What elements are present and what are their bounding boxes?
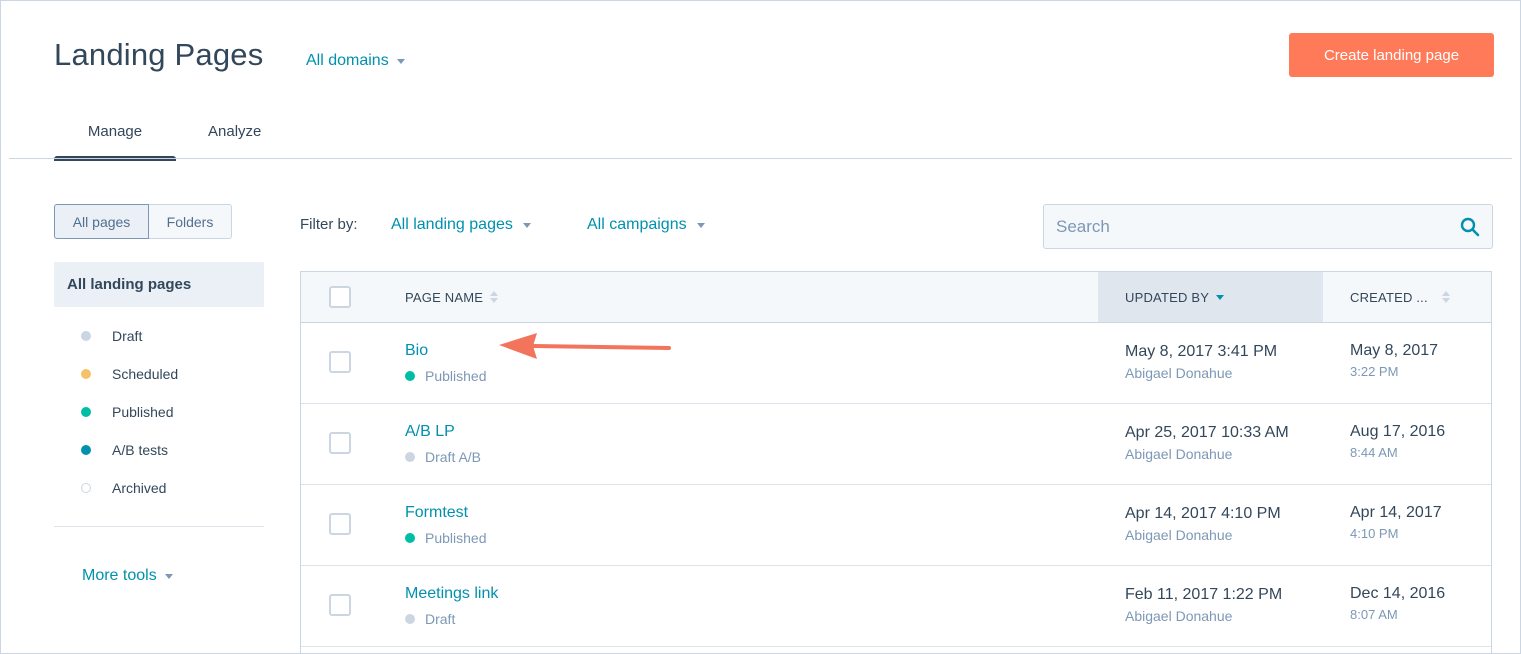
select-all-checkbox[interactable] — [329, 286, 351, 308]
updated-date: Apr 14, 2017 4:10 PM — [1125, 505, 1281, 522]
column-header-label: UPDATED BY — [1125, 289, 1210, 305]
page-name-link[interactable]: Formtest — [405, 504, 468, 522]
status-dot-icon — [405, 533, 415, 543]
status-dot-icon — [405, 614, 415, 624]
status-dot-icon — [81, 407, 91, 417]
page-title: Landing Pages — [54, 37, 264, 72]
status-badge: Draft A/B — [405, 449, 481, 465]
sort-descending-icon — [1216, 294, 1225, 300]
column-header-label: CREATED ... — [1350, 289, 1428, 305]
tab-manage[interactable]: Manage — [54, 111, 176, 161]
sort-icon — [490, 291, 499, 303]
updated-by-user: Abigael Donahue — [1125, 608, 1233, 624]
campaigns-filter-dropdown[interactable]: All campaigns — [587, 216, 705, 234]
sidebar-item-scheduled[interactable]: Scheduled — [81, 355, 178, 393]
column-header-updated-by[interactable]: UPDATED BY — [1098, 272, 1323, 322]
annotation-arrow-icon — [499, 333, 671, 359]
landing-pages-filter-label: All landing pages — [391, 216, 513, 233]
created-time: 8:44 AM — [1350, 445, 1398, 460]
table-row: A/B LP Draft A/B Apr 25, 2017 10:33 AM Abig… — [301, 404, 1491, 485]
updated-date: Feb 11, 2017 1:22 PM — [1125, 586, 1283, 603]
updated-by-user: Abigael Donahue — [1125, 365, 1233, 381]
column-header-created[interactable]: CREATED ... — [1350, 272, 1450, 322]
domain-filter-dropdown[interactable]: All domains — [306, 52, 405, 70]
sidebar-item-label: Archived — [112, 480, 167, 496]
search-input[interactable] — [1056, 216, 1460, 237]
status-badge: Published — [405, 368, 487, 384]
all-pages-toggle-button[interactable]: All pages — [54, 204, 149, 239]
status-badge: Draft — [405, 611, 455, 627]
sidebar-item-draft[interactable]: Draft — [81, 317, 178, 355]
tab-bar: Manage Analyze — [54, 111, 261, 161]
table-row: Meetings link Draft Feb 11, 2017 1:22 PM Ab… — [301, 566, 1491, 647]
sidebar-item-label: Scheduled — [112, 366, 179, 382]
created-date: Aug 17, 2016 — [1350, 423, 1446, 440]
page-name-link[interactable]: A/B LP — [405, 423, 455, 441]
row-checkbox[interactable] — [329, 432, 351, 454]
create-landing-page-button[interactable]: Create landing page — [1289, 33, 1494, 77]
sidebar-item-published[interactable]: Published — [81, 393, 178, 431]
status-dot-icon — [81, 445, 91, 455]
chevron-down-icon — [164, 573, 173, 579]
created-time: 4:10 PM — [1350, 526, 1399, 541]
column-header-page-name[interactable]: PAGE NAME — [405, 272, 499, 322]
campaigns-filter-label: All campaigns — [587, 216, 687, 233]
table-header: PAGE NAME UPDATED BY CREATED ... — [301, 272, 1491, 323]
status-dot-icon — [405, 452, 415, 462]
status-dot-icon — [81, 369, 91, 379]
created-date: Dec 14, 2016 — [1350, 585, 1446, 602]
row-checkbox[interactable] — [329, 513, 351, 535]
app-frame: Landing Pages All domains Create landing… — [0, 0, 1521, 654]
folders-toggle-button[interactable]: Folders — [149, 204, 232, 239]
search-box — [1043, 204, 1493, 249]
updated-by-user: Abigael Donahue — [1125, 446, 1233, 462]
sidebar-item-all-landing-pages[interactable]: All landing pages — [54, 262, 264, 307]
status-badge: Published — [405, 530, 487, 546]
status-dot-icon — [81, 331, 91, 341]
sidebar-item-a-b-tests[interactable]: A/B tests — [81, 431, 178, 469]
row-checkbox[interactable] — [329, 351, 351, 373]
sort-icon — [1441, 291, 1450, 303]
sidebar-item-label: A/B tests — [112, 442, 169, 458]
filter-by-label: Filter by: — [300, 216, 358, 233]
more-tools-label: More tools — [82, 567, 157, 584]
table-row: Bio Published May 8, 2017 3:41 PM Abigael D… — [301, 323, 1491, 404]
created-date: May 8, 2017 — [1350, 342, 1439, 359]
chevron-down-icon — [522, 222, 531, 228]
updated-date: May 8, 2017 3:41 PM — [1125, 343, 1278, 360]
tab-analyze[interactable]: Analyze — [208, 111, 261, 161]
landing-pages-filter-dropdown[interactable]: All landing pages — [391, 216, 531, 234]
table-row: Formtest Published Apr 14, 2017 4:10 PM Abi… — [301, 485, 1491, 566]
status-label: Published — [425, 368, 487, 384]
more-tools-dropdown[interactable]: More tools — [82, 567, 173, 585]
landing-pages-table: PAGE NAME UPDATED BY CREATED ... Bio Publ… — [300, 271, 1492, 653]
created-time: 8:07 AM — [1350, 607, 1398, 622]
chevron-down-icon — [696, 222, 705, 228]
page-name-link[interactable]: Meetings link — [405, 585, 498, 603]
select-all-cell — [329, 286, 351, 308]
chevron-down-icon — [396, 58, 405, 64]
sidebar-status-list: Draft Scheduled Published A/B tests Archived — [81, 317, 178, 507]
sidebar-item-archived[interactable]: Archived — [81, 469, 178, 507]
status-label: Draft — [425, 611, 456, 627]
search-icon[interactable] — [1460, 217, 1480, 237]
created-date: Apr 14, 2017 — [1350, 504, 1442, 521]
created-time: 3:22 PM — [1350, 364, 1399, 379]
domain-filter-label: All domains — [306, 52, 389, 69]
sidebar-item-label: Draft — [112, 328, 143, 344]
view-toggle: All pages Folders — [54, 204, 232, 239]
updated-date: Apr 25, 2017 10:33 AM — [1125, 424, 1289, 441]
status-label: Published — [425, 530, 487, 546]
row-checkbox[interactable] — [329, 594, 351, 616]
column-header-label: PAGE NAME — [405, 289, 484, 305]
status-label: Draft A/B — [425, 449, 482, 465]
updated-by-user: Abigael Donahue — [1125, 527, 1233, 543]
sidebar-divider — [54, 526, 264, 527]
status-dot-icon — [81, 483, 91, 493]
status-dot-icon — [405, 371, 415, 381]
page-name-link[interactable]: Bio — [405, 342, 428, 360]
sidebar-item-label: Published — [112, 404, 174, 420]
tab-divider — [9, 158, 1512, 159]
